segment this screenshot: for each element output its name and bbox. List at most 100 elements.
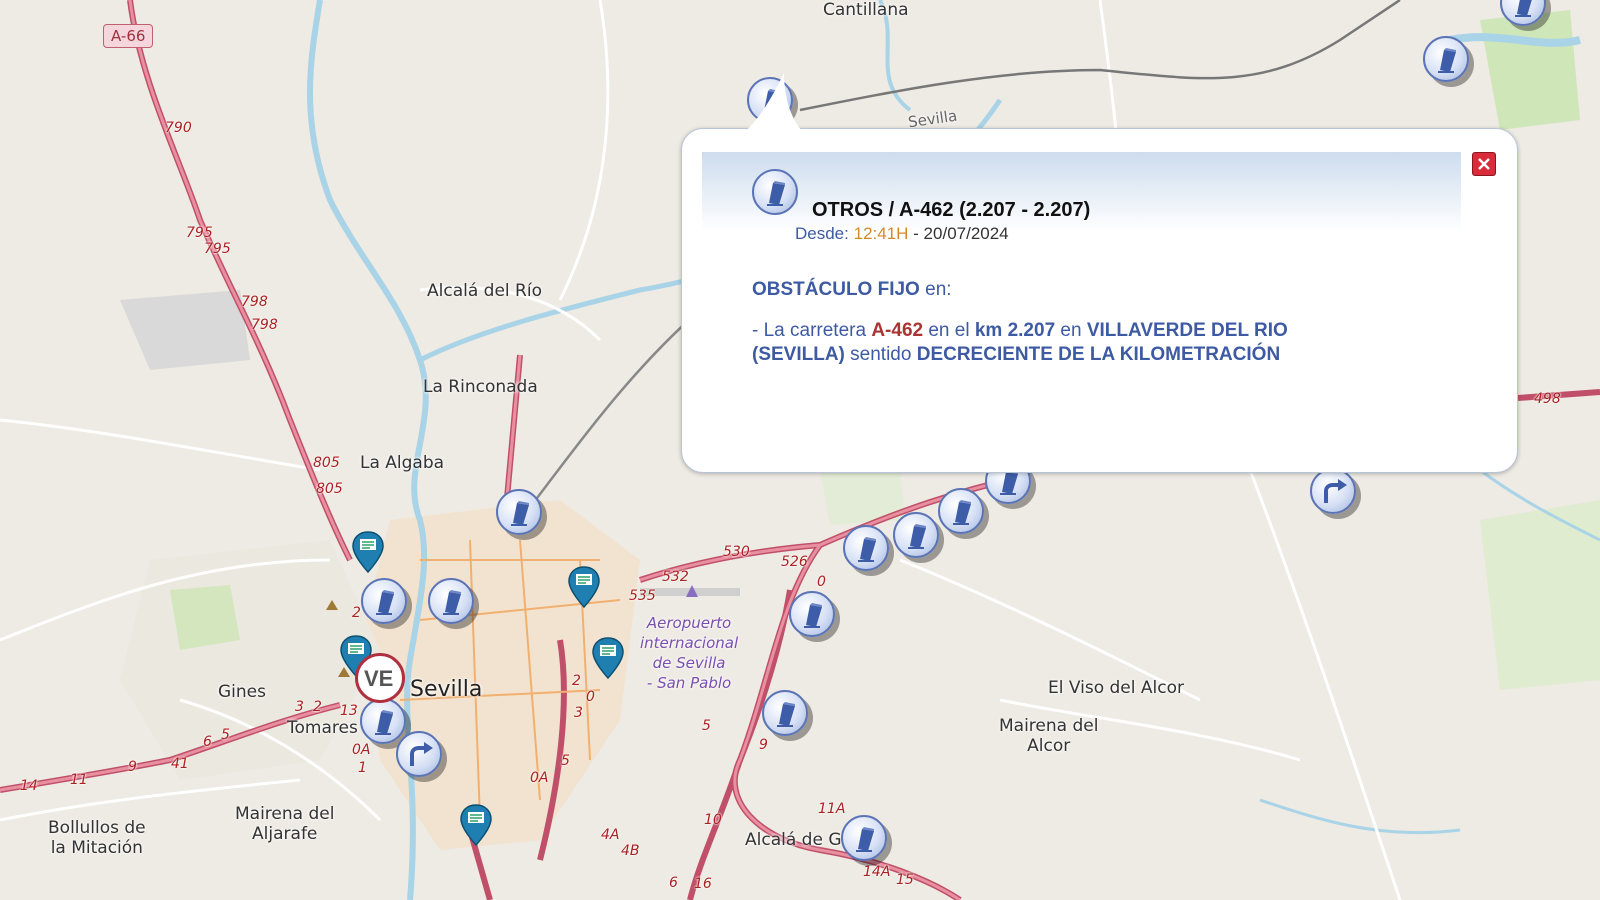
green-patch xyxy=(170,585,240,650)
place-sevilla: Sevilla xyxy=(410,677,483,702)
km-label: 526 xyxy=(781,554,808,570)
popup-body: - La carretera A-462 en el km 2.207 en V… xyxy=(752,319,1372,367)
km-label: 805 xyxy=(313,455,340,471)
body-text: - La carretera xyxy=(752,320,872,341)
place-el-viso: El Viso del Alcor xyxy=(1048,678,1184,698)
obstacle-marker-icon[interactable] xyxy=(496,489,542,535)
km-label: 5 xyxy=(221,727,230,743)
since-date: - 20/07/2024 xyxy=(913,224,1009,243)
obstacle-marker-icon[interactable] xyxy=(360,698,406,744)
obstacle-marker-icon[interactable] xyxy=(938,488,984,534)
place-bollullos: Bollullos de la Mitación xyxy=(48,818,146,858)
km-label: 532 xyxy=(662,569,689,585)
km-label: 535 xyxy=(629,588,656,604)
detour-marker-icon[interactable] xyxy=(1310,468,1356,514)
green-area-e xyxy=(1480,500,1600,690)
km-label: 2 xyxy=(313,699,322,715)
place-mairena-alcor: Mairena del Alcor xyxy=(999,716,1099,756)
km-label: 5 xyxy=(561,753,570,769)
place-alcala-del-rio: Alcalá del Río xyxy=(427,281,542,301)
green-area-ne xyxy=(1480,10,1580,130)
km-label: 4B xyxy=(621,843,640,859)
km-label: 13 xyxy=(340,703,358,719)
km-label: 498 xyxy=(1534,391,1561,407)
message-pin-icon[interactable] xyxy=(567,565,601,609)
obstacle-marker-icon[interactable] xyxy=(762,690,808,736)
km-label: 41 xyxy=(171,756,189,772)
close-icon xyxy=(1478,158,1490,170)
km-label: 6 xyxy=(203,734,212,750)
obstacle-icon xyxy=(752,169,798,215)
message-pin-icon[interactable] xyxy=(351,530,385,574)
obstacle-marker-icon[interactable] xyxy=(843,525,889,571)
km-label: 805 xyxy=(316,481,343,497)
place-tomares: Tomares xyxy=(287,718,358,738)
incident-popup: OTROS / A-462 (2.207 - 2.207) Desde: 12:… xyxy=(681,73,1518,473)
obstacle-marker-icon[interactable] xyxy=(893,512,939,558)
body-text: en el xyxy=(923,320,975,341)
km-label: 798 xyxy=(251,317,278,333)
km-label: 798 xyxy=(241,294,268,310)
km-label: 2 xyxy=(352,605,361,621)
place-gines: Gines xyxy=(218,682,266,702)
km-label: 5 xyxy=(702,718,711,734)
railway xyxy=(519,309,701,521)
route-shield-a66: A-66 xyxy=(103,24,154,48)
km-label: 790 xyxy=(165,120,192,136)
quarry-area xyxy=(120,290,250,370)
message-pin-icon[interactable] xyxy=(459,803,493,847)
km-label: 795 xyxy=(204,241,231,257)
km-label: 2 xyxy=(572,673,581,689)
heading-bold: OBSTÁCULO FIJO xyxy=(752,279,920,300)
km-label: 3 xyxy=(295,699,304,715)
km-label: 0A xyxy=(530,770,549,786)
km-label: 14A xyxy=(863,864,891,880)
place-airport: Aeropuerto internacional de Sevilla - Sa… xyxy=(640,614,739,692)
km-label: 11 xyxy=(70,772,88,788)
popup-since: Desde: 12:41H - 20/07/2024 xyxy=(795,224,1009,244)
km-label: 9 xyxy=(128,759,137,775)
place-la-rinconada: La Rinconada xyxy=(423,377,538,397)
popup-pointer xyxy=(744,73,804,133)
km-label: 3 xyxy=(574,705,583,721)
km-label: 15 xyxy=(896,872,914,888)
km-label: 795 xyxy=(186,225,213,241)
place-mairena-aljarafe: Mairena del Aljarafe xyxy=(235,804,335,844)
body-km: km 2.207 xyxy=(974,320,1056,341)
body-direction: DECRECIENTE DE LA KILOMETRACIÓN xyxy=(916,344,1281,365)
stream-se xyxy=(1259,798,1461,835)
detour-marker-icon[interactable] xyxy=(396,731,442,777)
km-label: 6 xyxy=(669,875,678,891)
body-road: A-462 xyxy=(871,320,924,341)
km-label: 0 xyxy=(817,574,826,590)
body-text: sentido xyxy=(844,344,917,365)
heading-rest: en: xyxy=(919,279,952,300)
body-text: en xyxy=(1055,320,1087,341)
since-label: Desde: xyxy=(795,224,849,243)
place-alcala-guadaira: Alcalá de Gu xyxy=(745,830,853,850)
obstacle-marker-icon[interactable] xyxy=(841,815,887,861)
km-label: 9 xyxy=(759,737,768,753)
since-time: 12:41H xyxy=(853,224,909,243)
popup-title: OTROS / A-462 (2.207 - 2.207) xyxy=(812,199,1091,221)
obstacle-marker-icon[interactable] xyxy=(361,578,407,624)
place-la-algaba: La Algaba xyxy=(360,453,445,473)
place-cantillana: Cantillana xyxy=(823,0,909,20)
ve-marker[interactable]: VE xyxy=(355,653,405,703)
obstacle-marker-icon[interactable] xyxy=(428,578,474,624)
km-label: 14 xyxy=(20,778,38,794)
message-pin-icon[interactable] xyxy=(591,636,625,680)
close-button[interactable] xyxy=(1472,152,1496,176)
popup-heading: OBSTÁCULO FIJO en: xyxy=(752,279,952,301)
km-label: 0A xyxy=(352,742,371,758)
ve-marker-label: VE xyxy=(364,666,394,691)
km-label: 1 xyxy=(358,760,367,776)
km-label: 530 xyxy=(723,544,750,560)
km-label: 4A xyxy=(601,827,620,843)
km-label: 16 xyxy=(694,876,712,892)
obstacle-marker-icon[interactable] xyxy=(789,591,835,637)
km-label: 11A xyxy=(818,801,846,817)
km-label: 0 xyxy=(586,689,595,705)
km-label: 10 xyxy=(704,812,722,828)
obstacle-marker-icon[interactable] xyxy=(1423,36,1469,82)
